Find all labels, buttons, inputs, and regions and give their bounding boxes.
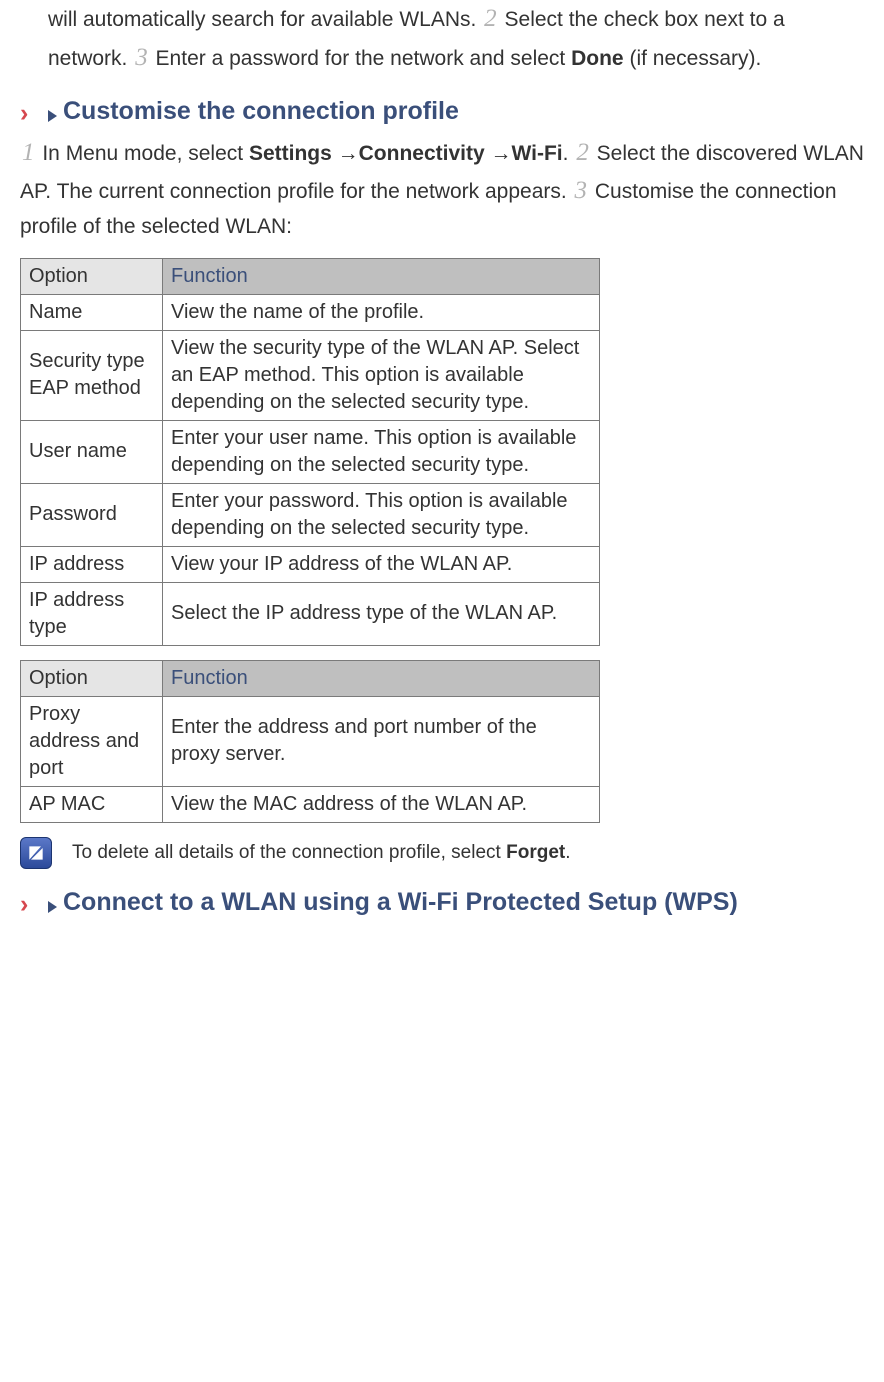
cell-option: User name [21,420,163,483]
cell-function: View the security type of the WLAN AP. S… [163,330,600,420]
table-row: Proxy address and port Enter the address… [21,696,600,786]
heading-wps: › Connect to a WLAN using a Wi-Fi Protec… [20,887,864,919]
custom-step-3: 3 [573,177,590,204]
options-table-2: Option Function Proxy address and port E… [20,660,600,823]
options-table-1: Option Function Name View the name of th… [20,258,600,646]
cell-option: Password [21,483,163,546]
intro-text-d: (if necessary). [629,47,761,70]
table-row: IP address View your IP address of the W… [21,546,600,582]
cell-function: Enter the address and port number of the… [163,696,600,786]
cell-option: Proxy address and port [21,696,163,786]
table-header-row: Option Function [21,660,600,696]
cell-function: View the MAC address of the WLAN AP. [163,786,600,822]
table-row: IP address type Select the IP address ty… [21,582,600,645]
heading-customise: › Customise the connection profile [20,96,864,128]
header-option: Option [21,660,163,696]
note-icon [20,837,52,869]
connectivity-label: Connectivity [359,142,485,165]
heading-wps-label: Connect to a WLAN using a Wi-Fi Protecte… [63,888,738,916]
header-option: Option [21,258,163,294]
wifi-label: Wi-Fi [512,142,563,165]
cell-option: Security type EAP method [21,330,163,420]
heading-wps-text: Connect to a WLAN using a Wi-Fi Protecte… [48,887,864,918]
step-num-2: 2 [482,5,499,32]
customise-paragraph: 1 In Menu mode, select Settings →Connect… [20,134,864,244]
table-row: User name Enter your user name. This opt… [21,420,600,483]
chevron-icon: › [20,96,48,128]
forget-label: Forget [506,842,565,863]
cell-function: Enter your password. This option is avai… [163,483,600,546]
note-row: To delete all details of the connection … [20,837,864,869]
table-row: Name View the name of the profile. [21,294,600,330]
note-text: To delete all details of the connection … [72,838,571,867]
arrow-2: → [491,142,512,165]
dot: . [563,142,575,165]
cell-function: View the name of the profile. [163,294,600,330]
cell-option: AP MAC [21,786,163,822]
cell-option: Name [21,294,163,330]
note-text-a: To delete all details of the connection … [72,842,506,863]
cell-option: IP address type [21,582,163,645]
step-num-3: 3 [133,44,150,71]
custom-step-2: 2 [574,139,591,166]
table-header-row: Option Function [21,258,600,294]
triangle-bullet-icon [48,110,57,122]
custom-text-a: In Menu mode, select [42,142,249,165]
header-function: Function [163,258,600,294]
cell-option: IP address [21,546,163,582]
done-label: Done [571,47,624,70]
settings-label: Settings [249,142,332,165]
header-function: Function [163,660,600,696]
heading-customise-text: Customise the connection profile [48,96,864,127]
cell-function: View your IP address of the WLAN AP. [163,546,600,582]
intro-text-a: will automatically search for available … [48,8,482,31]
chevron-icon: › [20,887,48,919]
arrow-1: → [338,142,359,165]
table-row: AP MAC View the MAC address of the WLAN … [21,786,600,822]
triangle-bullet-icon [48,901,57,913]
cell-function: Select the IP address type of the WLAN A… [163,582,600,645]
intro-paragraph: will automatically search for available … [48,0,864,78]
note-text-b: . [565,842,570,863]
table-row: Security type EAP method View the securi… [21,330,600,420]
heading-customise-label: Customise the connection profile [63,97,459,125]
cell-function: Enter your user name. This option is ava… [163,420,600,483]
table-row: Password Enter your password. This optio… [21,483,600,546]
intro-text-c: Enter a password for the network and sel… [156,47,572,70]
custom-step-1: 1 [20,139,37,166]
